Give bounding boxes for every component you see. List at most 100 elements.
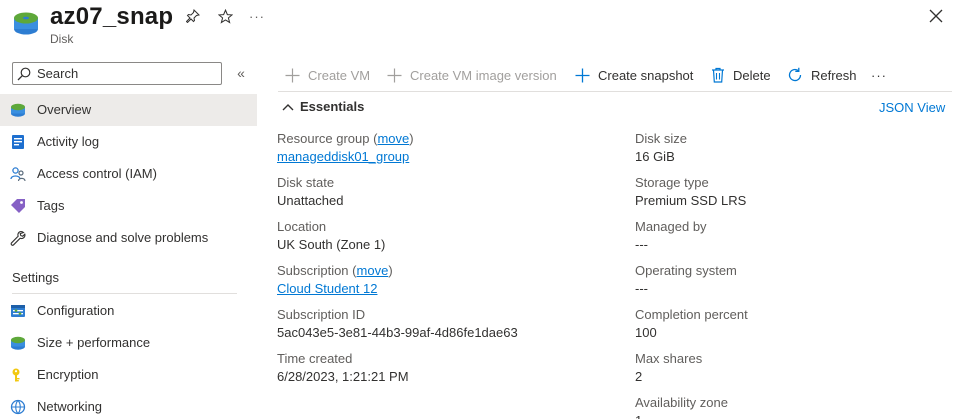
availability-zone-label: Availability zone [635, 395, 728, 410]
move-resource-group-link[interactable]: move [377, 131, 409, 146]
subscription-label: Subscription (move) [277, 263, 393, 278]
operating-system-label: Operating system [635, 263, 737, 278]
search-box[interactable] [12, 62, 222, 85]
command-bar: Create VM Create VM image version Create… [278, 60, 957, 88]
key-icon [12, 368, 20, 382]
time-created-label: Time created [277, 351, 353, 366]
json-view-link[interactable]: JSON View [879, 100, 945, 115]
disk-size-value: 16 GiB [635, 149, 675, 164]
sidebar-item-label: Configuration [37, 303, 115, 318]
create-vm-image-version-label: Create VM image version [410, 67, 557, 83]
pin-icon [186, 9, 200, 23]
subscription-link[interactable]: Cloud Student 12 [277, 281, 377, 296]
essentials-title: Essentials [300, 99, 365, 114]
completion-percent-label: Completion percent [635, 307, 748, 322]
chevron-up-icon [282, 103, 294, 110]
completion-percent-value: 100 [635, 325, 657, 340]
favorite-button[interactable] [215, 6, 235, 26]
more-commands-label: ··· [871, 67, 887, 83]
settings-section-title: Settings [12, 270, 59, 285]
paren-close: ) [388, 263, 393, 278]
toolbar-divider [278, 91, 952, 92]
page-header: az07_snap Disk ··· [0, 0, 957, 56]
disk-state-label: Disk state [277, 175, 335, 190]
more-label: ··· [249, 8, 265, 24]
plus-icon [575, 68, 590, 82]
location-value: UK South (Zone 1) [277, 237, 386, 252]
delete-button[interactable]: Delete [711, 63, 771, 87]
more-commands-button[interactable]: ··· [871, 63, 887, 87]
pin-button[interactable] [183, 6, 203, 26]
page-title: az07_snap [50, 3, 174, 30]
sidebar-item-label: Encryption [37, 367, 99, 382]
move-subscription-link[interactable]: move [357, 263, 389, 278]
sidebar-item-label: Diagnose and solve problems [37, 230, 209, 245]
sidebar-item-size-performance[interactable]: Size + performance [0, 327, 257, 359]
disk-state-value: Unattached [277, 193, 344, 208]
sidebar-item-overview[interactable]: Overview [0, 94, 257, 126]
close-button[interactable] [926, 6, 946, 26]
subscription-id-label: Subscription ID [277, 307, 366, 322]
refresh-button[interactable]: Refresh [787, 63, 857, 87]
sidebar-item-tags[interactable]: Tags [0, 190, 257, 222]
availability-zone-value: 1 [635, 413, 642, 419]
trash-icon [712, 67, 724, 83]
storage-type-label: Storage type [635, 175, 709, 190]
refresh-label: Refresh [811, 67, 857, 83]
max-shares-label: Max shares [635, 351, 703, 366]
disk-size-label: Disk size [635, 131, 688, 146]
refresh-icon [788, 67, 802, 82]
resource-type: Disk [50, 32, 74, 46]
paren-close: ) [409, 131, 414, 146]
more-options-button[interactable]: ··· [247, 6, 267, 26]
sidebar-item-diagnose[interactable]: Diagnose and solve problems [0, 222, 257, 254]
plus-icon [387, 68, 402, 82]
people-icon [10, 167, 26, 182]
storage-type-value: Premium SSD LRS [635, 193, 747, 208]
managed-by-label: Managed by [635, 219, 707, 234]
sidebar-item-networking[interactable]: Networking [0, 391, 257, 419]
create-vm-button[interactable]: Create VM [285, 63, 370, 87]
sidebar-item-label: Access control (IAM) [37, 166, 157, 181]
sidebar-item-configuration[interactable]: Configuration [0, 295, 257, 327]
disk-icon [11, 103, 25, 117]
operating-system-value: --- [635, 281, 648, 296]
disk-icon [14, 12, 38, 35]
location-label: Location [277, 219, 327, 234]
sidebar-item-label: Tags [37, 198, 65, 213]
create-snapshot-button[interactable]: Create snapshot [575, 63, 693, 87]
resource-menu: « Overview Activity log Access control (… [0, 58, 257, 419]
create-vm-image-version-button[interactable]: Create VM image version [387, 63, 557, 87]
resource-group-label-text: Resource group [277, 131, 370, 146]
time-created-value: 6/28/2023, 1:21:21 PM [277, 369, 409, 384]
subscription-label-text: Subscription [277, 263, 349, 278]
close-icon [929, 9, 943, 23]
sidebar-item-access-control[interactable]: Access control (IAM) [0, 158, 257, 190]
subscription-id-value: 5ac043e5-3e81-44b3-99af-4d86fe1dae63 [277, 325, 518, 340]
resource-group-link[interactable]: manageddisk01_group [277, 149, 409, 164]
disk-icon [11, 336, 25, 350]
max-shares-value: 2 [635, 369, 643, 384]
sidebar-item-label: Size + performance [37, 335, 151, 350]
search-input[interactable] [37, 66, 207, 81]
plus-icon [285, 68, 300, 82]
tag-icon [11, 199, 25, 213]
collapse-menu-button[interactable]: « [232, 64, 250, 82]
essentials-toggle[interactable]: Essentials [282, 99, 364, 114]
sidebar-item-label: Activity log [37, 134, 100, 149]
search-icon [17, 67, 31, 80]
sidebar-item-encryption[interactable]: Encryption [0, 359, 257, 391]
activity-log-icon [12, 135, 24, 149]
star-icon [217, 8, 233, 24]
sidebar-item-activity-log[interactable]: Activity log [0, 126, 257, 158]
managed-by-value: --- [635, 237, 648, 252]
create-snapshot-label: Create snapshot [598, 67, 694, 83]
sidebar-item-label: Networking [37, 399, 103, 414]
network-icon [10, 399, 26, 415]
section-divider [12, 293, 237, 294]
wrench-icon [10, 231, 26, 246]
sidebar-item-label: Overview [37, 102, 92, 117]
delete-label: Delete [733, 67, 771, 83]
resource-group-label: Resource group (move) [277, 131, 414, 146]
create-vm-label: Create VM [308, 67, 371, 83]
